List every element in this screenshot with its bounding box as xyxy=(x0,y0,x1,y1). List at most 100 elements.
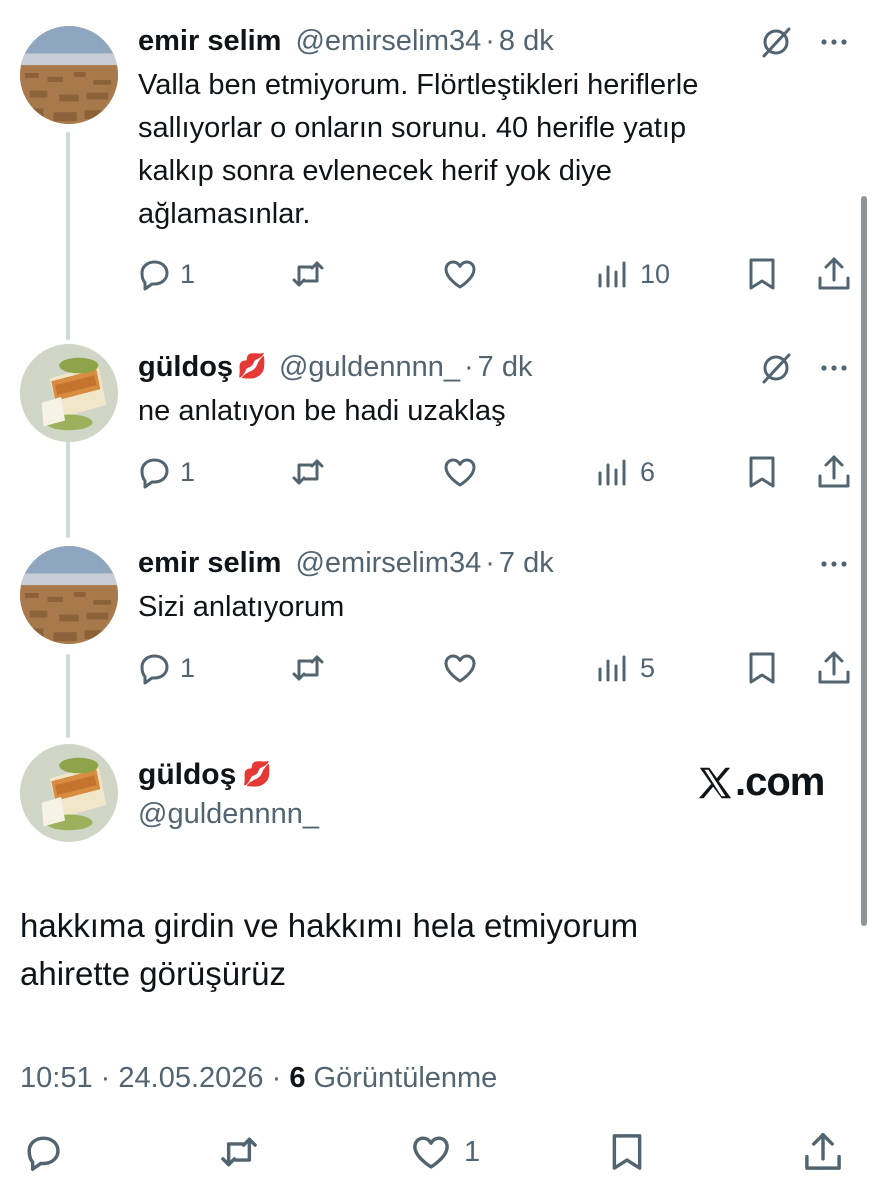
more-icon[interactable] xyxy=(814,544,854,584)
tweet-meta: 10:51 · 24.05.2026 · 6 Görüntülenme xyxy=(20,1062,497,1095)
views-icon xyxy=(598,459,626,486)
avatar[interactable] xyxy=(20,546,118,644)
views-icon xyxy=(598,261,626,288)
share-button[interactable] xyxy=(800,1130,846,1174)
more-icon[interactable] xyxy=(814,22,854,62)
retweet-button[interactable] xyxy=(288,252,328,296)
like-icon xyxy=(444,260,476,289)
kiss-emoji: 💋 xyxy=(242,761,273,788)
views-label: Görüntülenme xyxy=(313,1062,498,1094)
author-name[interactable]: emir selim xyxy=(138,547,281,580)
tweet-actions: 1 10 xyxy=(134,252,854,296)
author-name[interactable]: güldoş xyxy=(138,351,233,384)
separator: · xyxy=(485,546,495,579)
views-button[interactable]: 5 xyxy=(594,646,655,690)
bookmark-icon xyxy=(749,258,775,290)
bookmark-icon xyxy=(749,652,775,684)
share-icon xyxy=(818,651,850,684)
like-button[interactable] xyxy=(440,252,480,296)
scrollbar[interactable] xyxy=(861,196,867,926)
bookmark-icon xyxy=(612,1134,642,1170)
avatar[interactable] xyxy=(20,344,118,442)
reply-icon xyxy=(140,654,169,685)
retweet-button[interactable] xyxy=(288,450,328,494)
views-count: 6 xyxy=(289,1062,306,1094)
author-name-text: güldoş xyxy=(138,758,237,791)
bookmark-icon xyxy=(749,456,775,488)
share-icon xyxy=(818,257,850,290)
share-button[interactable] xyxy=(814,252,854,296)
like-button[interactable] xyxy=(440,646,480,690)
grok-icon[interactable] xyxy=(756,22,796,62)
retweet-icon xyxy=(292,459,324,485)
reply-button[interactable]: 1 xyxy=(134,646,195,690)
tweet-text: Sizi anlatıyorum xyxy=(138,591,345,623)
tweet-header: güldoş 💋 @guldennnn_ · 7 dk xyxy=(138,350,532,384)
like-icon xyxy=(413,1136,449,1169)
author-handle[interactable]: @emirselim34 xyxy=(295,25,481,58)
author-handle[interactable]: @guldennnn_ xyxy=(279,351,460,384)
tweet-text: ne anlatıyon be hadi uzaklaş xyxy=(138,395,506,427)
separator: · xyxy=(100,1062,111,1094)
x-watermark: .com xyxy=(696,760,825,805)
retweet-button[interactable] xyxy=(216,1130,262,1174)
thread-line xyxy=(66,132,70,340)
x-logo-icon xyxy=(698,767,732,798)
author-name[interactable]: emir selim xyxy=(138,25,281,58)
kiss-emoji: 💋 xyxy=(237,353,267,380)
bookmark-button[interactable] xyxy=(742,252,782,296)
reply-button[interactable] xyxy=(20,1130,66,1174)
share-button[interactable] xyxy=(814,450,854,494)
bookmark-button[interactable] xyxy=(742,450,782,494)
reply-count: 1 xyxy=(180,258,196,289)
views-count: 5 xyxy=(640,652,656,683)
tweet-date[interactable]: 24.05.2026 xyxy=(118,1062,263,1094)
views-count: 10 xyxy=(640,258,671,289)
like-button[interactable]: 1 xyxy=(408,1130,480,1174)
timestamp[interactable]: 7 dk xyxy=(499,547,554,580)
avatar[interactable] xyxy=(20,26,118,124)
share-button[interactable] xyxy=(814,646,854,690)
share-icon xyxy=(818,455,850,488)
tweet-actions: 1 6 xyxy=(134,450,854,494)
author-handle[interactable]: @emirselim34 xyxy=(295,547,481,580)
thread-line xyxy=(66,654,70,738)
separator: · xyxy=(485,24,495,57)
reply-button[interactable]: 1 xyxy=(134,252,195,296)
tweet-actions: 1 5 xyxy=(134,646,854,690)
more-icon[interactable] xyxy=(814,348,854,388)
like-count: 1 xyxy=(464,1135,481,1168)
timestamp[interactable]: 8 dk xyxy=(499,25,554,58)
views-button[interactable]: 6 xyxy=(594,450,655,494)
views-button[interactable]: 10 xyxy=(594,252,670,296)
tweet-header: emir selim @emirselim34 · 7 dk xyxy=(138,546,554,580)
main-tweet-actions: 1 xyxy=(0,1130,874,1184)
retweet-button[interactable] xyxy=(288,646,328,690)
separator: · xyxy=(271,1062,282,1094)
like-icon xyxy=(444,458,476,487)
reply-count: 1 xyxy=(180,652,196,683)
retweet-icon xyxy=(292,655,324,681)
retweet-icon xyxy=(292,261,324,287)
retweet-icon xyxy=(221,1137,257,1167)
author-handle[interactable]: @guldennnn_ xyxy=(138,798,319,831)
reply-button[interactable]: 1 xyxy=(134,450,195,494)
tweet-text: hakkıma girdin ve hakkımı hela etmiyorum… xyxy=(20,907,639,992)
like-button[interactable] xyxy=(440,450,480,494)
thread-line xyxy=(66,436,70,538)
views-count: 6 xyxy=(640,456,656,487)
bookmark-button[interactable] xyxy=(742,646,782,690)
reply-icon xyxy=(140,260,169,291)
timestamp[interactable]: 7 dk xyxy=(478,351,533,384)
like-icon xyxy=(444,654,476,683)
grok-icon[interactable] xyxy=(756,348,796,388)
author-name[interactable]: güldoş 💋 xyxy=(138,757,284,793)
tweet-text: Valla ben etmiyorum. Flörtleştikleri her… xyxy=(138,69,699,230)
avatar[interactable] xyxy=(20,744,118,842)
tweet-time[interactable]: 10:51 xyxy=(20,1062,93,1094)
share-icon xyxy=(805,1133,841,1170)
bookmark-button[interactable] xyxy=(604,1130,650,1174)
reply-icon xyxy=(27,1136,60,1171)
separator: · xyxy=(463,350,474,383)
reply-count: 1 xyxy=(180,456,196,487)
